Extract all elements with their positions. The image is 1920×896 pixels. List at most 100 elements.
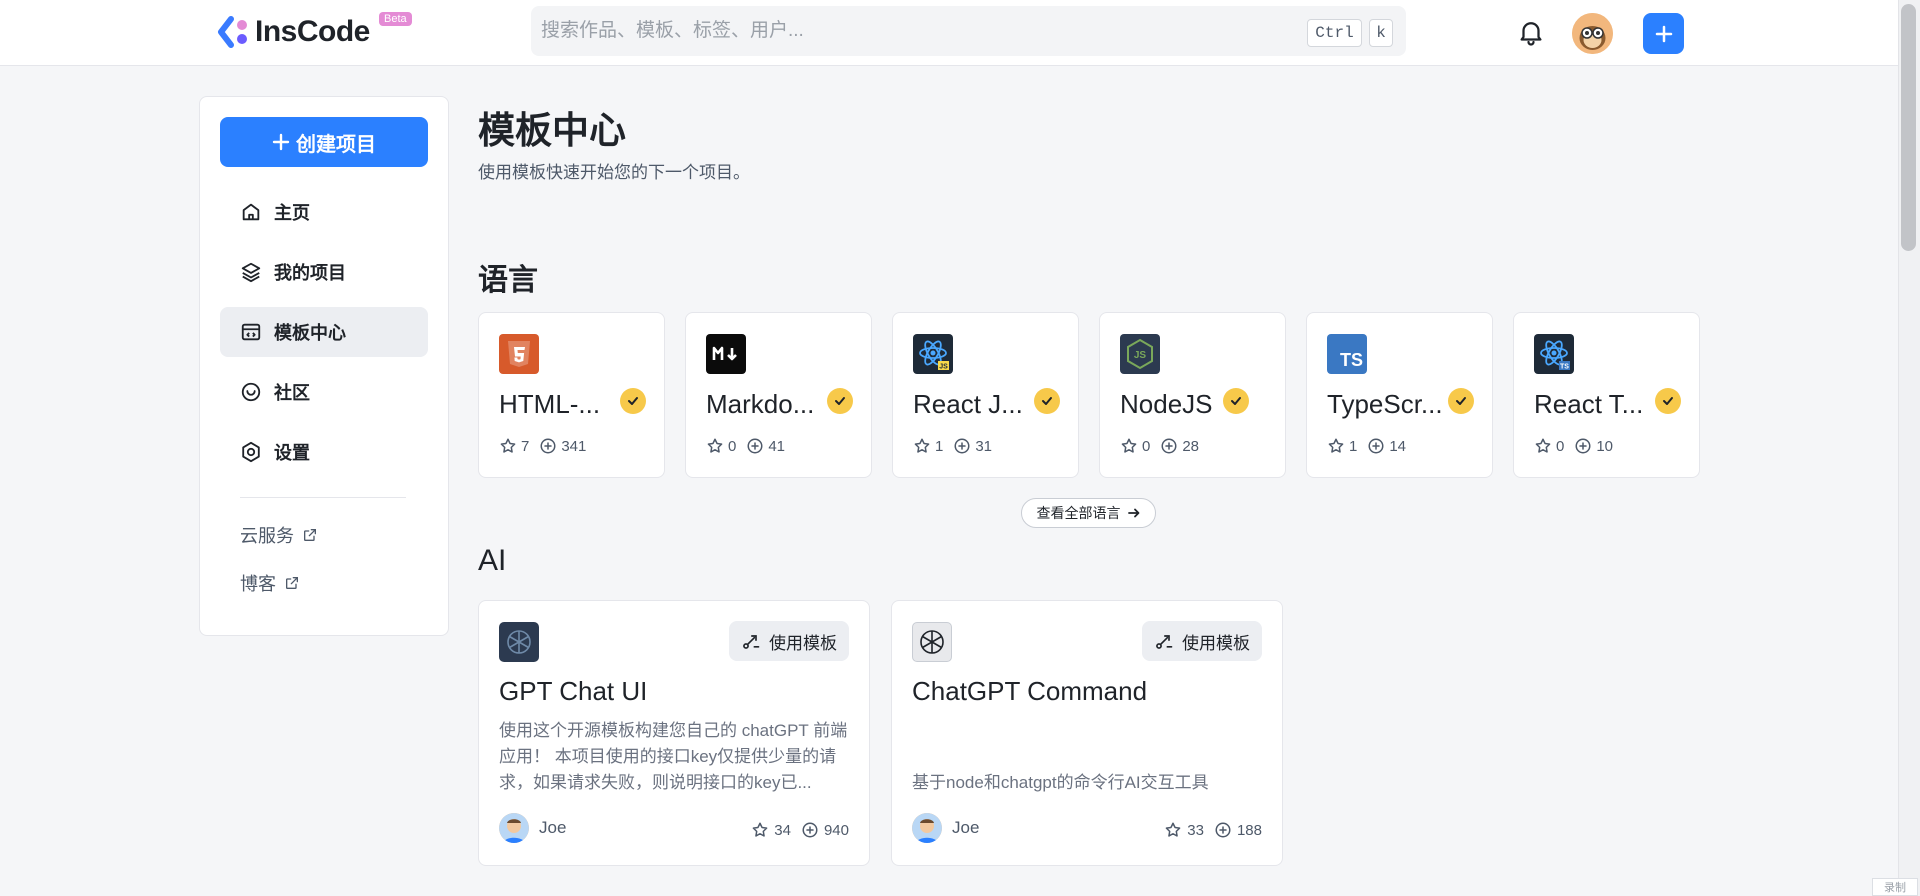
fork-count: 14 xyxy=(1389,437,1407,455)
arrow-right-icon xyxy=(1127,508,1139,518)
star-icon xyxy=(752,822,768,837)
openai-icon xyxy=(912,622,952,662)
svg-text:TS: TS xyxy=(1560,364,1569,371)
verified-check-icon xyxy=(827,388,853,414)
use-template-label: 使用模板 xyxy=(1182,633,1250,653)
template-card-typescript[interactable]: TS TypeScr... 1 14 xyxy=(1306,312,1493,478)
create-project-label: 创建项目 xyxy=(296,133,376,156)
fork-plus-icon xyxy=(954,438,970,454)
sidebar-item-home[interactable]: 主页 xyxy=(220,187,428,237)
template-stats: 0 10 xyxy=(1534,437,1623,455)
star-icon xyxy=(707,438,723,453)
blog-label: 博客 xyxy=(240,574,276,594)
sidebar-item-template-center[interactable]: 模板中心 xyxy=(220,307,428,357)
blog-link[interactable]: 博客 xyxy=(240,570,300,596)
template-stats: 0 28 xyxy=(1120,437,1209,455)
plus-icon xyxy=(272,133,290,151)
star-icon xyxy=(914,438,930,453)
author-name: Joe xyxy=(539,818,567,837)
sidebar-item-label: 社区 xyxy=(274,383,310,403)
star-icon xyxy=(1535,438,1551,453)
template-card-chatgpt-command[interactable]: 使用模板 ChatGPT Command 基于node和chatgpt的命令行A… xyxy=(891,600,1283,866)
template-card-gpt-chat-ui[interactable]: 使用模板 GPT Chat UI 使用这个开源模板构建您自己的 chatGPT … xyxy=(478,600,870,866)
search-box[interactable]: Ctrl k xyxy=(531,6,1406,56)
template-author[interactable]: Joe xyxy=(499,813,566,843)
search-input[interactable] xyxy=(541,6,1301,56)
community-icon xyxy=(241,382,261,402)
fork-plus-icon xyxy=(1575,438,1591,454)
typescript-icon: TS xyxy=(1327,334,1367,374)
cloud-service-link[interactable]: 云服务 xyxy=(240,522,318,548)
fork-count: 10 xyxy=(1596,437,1614,455)
template-name: Markdo... xyxy=(706,389,815,419)
inscode-logo-icon xyxy=(217,15,251,49)
star-count: 1 xyxy=(935,437,944,455)
html5-icon xyxy=(499,334,539,374)
fork-count: 188 xyxy=(1236,821,1262,839)
top-bar: InsCode Beta Ctrl k xyxy=(0,0,1898,66)
use-template-icon xyxy=(743,635,760,649)
layers-icon xyxy=(241,262,261,283)
star-count: 1 xyxy=(1349,437,1358,455)
sidebar: 创建项目 主页 我的项目 模板中心 社区 设置 云服务 博客 xyxy=(199,96,449,636)
external-link-icon xyxy=(286,577,298,589)
beta-badge: Beta xyxy=(379,12,412,26)
template-name: ChatGPT Command xyxy=(912,676,1148,706)
star-count: 34 xyxy=(774,821,791,839)
sidebar-item-community[interactable]: 社区 xyxy=(220,367,428,417)
template-card-react-js[interactable]: JS React J... 1 31 xyxy=(892,312,1079,478)
language-section-title: 语言 xyxy=(478,264,538,297)
template-description: 基于node和chatgpt的命令行AI交互工具 xyxy=(912,773,1209,792)
fork-count: 341 xyxy=(561,437,587,455)
template-stats: 33 188 xyxy=(1164,821,1262,839)
view-all-languages-button[interactable]: 查看全部语言 xyxy=(1021,498,1156,528)
plus-icon xyxy=(1655,25,1672,42)
openai-icon xyxy=(499,622,539,662)
star-count: 0 xyxy=(728,437,737,455)
shortcut-k-key: k xyxy=(1369,19,1393,47)
template-card-html[interactable]: HTML-... 7 341 xyxy=(478,312,665,478)
new-button[interactable] xyxy=(1643,13,1684,54)
sidebar-item-label: 主页 xyxy=(274,203,310,223)
react-ts-icon: TS xyxy=(1534,334,1574,374)
nodejs-icon: JS xyxy=(1120,334,1160,374)
svg-text:JS: JS xyxy=(939,364,948,371)
template-name: NodeJS xyxy=(1120,389,1213,419)
template-name: GPT Chat UI xyxy=(499,676,648,706)
fork-plus-icon xyxy=(747,438,763,454)
fork-count: 940 xyxy=(823,821,849,839)
star-icon xyxy=(1121,438,1137,453)
template-card-nodejs[interactable]: JS NodeJS 0 28 xyxy=(1099,312,1286,478)
page-scrollbar-thumb[interactable] xyxy=(1901,4,1916,251)
sidebar-item-label: 设置 xyxy=(274,443,310,463)
sidebar-item-settings[interactable]: 设置 xyxy=(220,427,428,477)
cloud-service-label: 云服务 xyxy=(240,526,294,546)
use-template-button[interactable]: 使用模板 xyxy=(1142,621,1262,661)
template-author[interactable]: Joe xyxy=(912,813,979,843)
template-icon xyxy=(241,323,261,341)
shortcut-ctrl-key: Ctrl xyxy=(1307,19,1362,47)
user-avatar[interactable] xyxy=(1572,13,1613,54)
page-subtitle: 使用模板快速开始您的下一个项目。 xyxy=(478,163,750,182)
record-tag[interactable]: 录制 xyxy=(1872,878,1918,896)
template-card-markdown[interactable]: Markdo... 0 41 xyxy=(685,312,872,478)
fork-plus-icon xyxy=(1215,822,1231,838)
create-project-button[interactable]: 创建项目 xyxy=(220,117,428,167)
template-stats: 7 341 xyxy=(499,437,596,455)
verified-check-icon xyxy=(620,388,646,414)
template-card-react-ts[interactable]: TS React T... 0 10 xyxy=(1513,312,1700,478)
page-title: 模板中心 xyxy=(478,110,626,151)
svg-text:JS: JS xyxy=(1134,350,1147,361)
use-template-button[interactable]: 使用模板 xyxy=(729,621,849,661)
inscode-logo[interactable]: InsCode Beta xyxy=(217,12,412,52)
logo-text: InsCode xyxy=(255,15,370,48)
use-template-label: 使用模板 xyxy=(769,633,837,653)
react-js-icon: JS xyxy=(913,334,953,374)
verified-check-icon xyxy=(1448,388,1474,414)
sidebar-item-label: 我的项目 xyxy=(274,263,346,283)
notification-bell-icon[interactable] xyxy=(1516,17,1546,47)
fork-plus-icon xyxy=(1368,438,1384,454)
fork-plus-icon xyxy=(540,438,556,454)
sidebar-item-my-projects[interactable]: 我的项目 xyxy=(220,247,428,297)
sidebar-item-label: 模板中心 xyxy=(274,323,346,343)
